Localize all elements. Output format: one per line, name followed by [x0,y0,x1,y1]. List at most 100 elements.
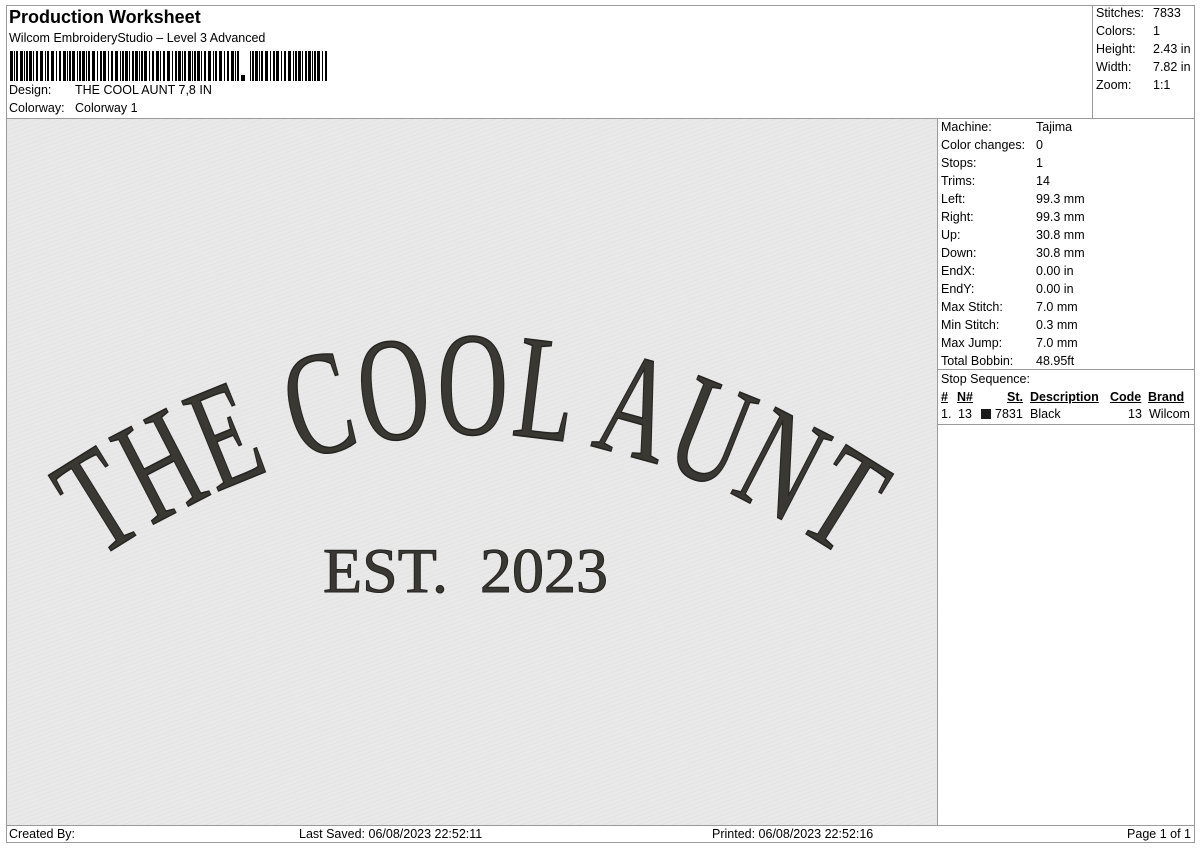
barcode-bar [16,51,18,81]
barcode-bar [255,51,258,81]
barcode-bar [235,51,236,81]
barcode-bar [295,51,297,81]
barcode-bar [36,51,38,81]
barcode-bar [115,51,118,81]
barcode-bar [194,51,196,81]
row-number: 1. [941,407,952,421]
machine-info-row: Max Stitch: 7.0 mm [941,300,1078,314]
machine-info-value: 14 [1036,174,1050,188]
machine-info-label: EndX: [941,264,976,278]
barcode-bar [97,51,98,81]
barcode-bar [86,51,87,81]
barcode-bar [322,51,323,81]
machine-info-value: 99.3 mm [1036,192,1085,206]
barcode-bar [125,51,128,81]
barcode-bar [156,51,159,81]
barcode-bar [204,51,206,81]
barcode-bar [314,51,316,81]
barcode-bar [100,51,102,81]
machine-info-row: EndX: 0.00 in [941,264,1074,278]
barcode-bar [224,51,225,81]
machine-info-row: Down: 30.8 mm [941,246,1085,260]
machine-info-label: EndY: [941,282,975,296]
machine-info-label: Total Bobbin: [941,354,1014,368]
machine-info-panel: Machine: Tajima Color changes: 0 Stops: 1 Trim… [938,119,1195,825]
barcode-bar [135,51,138,81]
machine-info-value: 0.00 in [1036,282,1074,296]
barcode-bar [67,51,68,81]
barcode-bar [129,51,130,81]
barcode-bar [276,51,279,81]
design-stats-panel: Stitches: 7833 Colors: 1 Height: 2.43 in Wi… [1092,5,1196,119]
machine-info-row: Up: 30.8 mm [941,228,1085,242]
machine-info-value: 30.8 mm [1036,228,1085,242]
machine-info-row: Left: 99.3 mm [941,192,1085,206]
row-description: Black [1030,407,1061,421]
barcode-bar [167,51,170,81]
barcode-separator [241,75,245,81]
barcode-bar [208,51,211,81]
barcode-bar [261,51,263,81]
machine-info-label: Stops: [941,156,977,170]
design-row: Design: THE COOL AUNT 7,8 IN [9,83,212,97]
worksheet-title: Production Worksheet [9,7,201,27]
col-description: Description [1030,390,1099,404]
barcode-bar [152,51,154,81]
machine-info-label: Left: [941,192,966,206]
col-needle: N# [957,390,973,404]
barcode-bar [308,51,311,81]
worksheet-footer: Created By: Last Saved: 06/08/2023 22:52… [6,825,1195,843]
machine-info-row: Max Jump: 7.0 mm [941,336,1078,350]
machine-info-label: Max Jump: [941,336,1003,350]
col-brand: Brand [1148,390,1185,404]
barcode-bar [40,51,43,81]
barcode-bar [63,51,66,81]
barcode-bar [139,51,140,81]
machine-info-value: Tajima [1036,120,1073,134]
barcode-bar [24,51,25,81]
barcode-bar [237,51,239,81]
stop-sequence-title: Stop Sequence: [941,372,1030,386]
machine-info-row: EndY: 0.00 in [941,282,1074,296]
barcode-bar [47,51,49,81]
barcode-bar [56,51,57,81]
stat-zoom: Zoom: 1:1 [1096,78,1171,92]
barcode-bar [192,51,193,81]
stat-width: Width: 7.82 in [1096,60,1191,74]
barcode-bar [281,51,282,81]
machine-info-value: 7.0 mm [1036,300,1078,314]
colorway-label: Colorway: [9,101,65,115]
machine-info-row: Color changes: 0 [941,138,1043,152]
barcode-bar [51,51,54,81]
machine-info-value: 0.00 in [1036,264,1074,278]
barcode-bar [325,51,327,81]
barcode-bar [259,51,260,81]
artwork-sub-text: EST. 2023 [323,535,608,606]
barcode-bar [201,51,202,81]
col-number: # [941,390,948,404]
barcode-bar [172,51,173,81]
page-number: Page 1 of 1 [1127,827,1191,841]
barcode-bar [141,51,143,81]
barcode-bar [178,51,181,81]
barcode-bar [77,51,78,81]
barcode-bar [305,51,307,81]
col-code: Code [1110,390,1142,404]
worksheet-header: Production Worksheet Wilcom EmbroiderySt… [6,5,1092,119]
machine-info-value: 99.3 mm [1036,210,1085,224]
barcode-bar [149,51,150,81]
stat-stitches: Stitches: 7833 [1096,6,1181,20]
machine-info-label: Color changes: [941,138,1026,152]
barcode-bar [29,51,32,81]
barcode-bar [317,51,320,81]
barcode-bar [14,51,15,81]
machine-info-row: Stops: 1 [941,156,1043,170]
printed-date: Printed: 06/08/2023 22:52:16 [712,827,874,841]
barcode-bar [227,51,229,81]
barcode-bar [252,51,254,81]
design-name: THE COOL AUNT 7,8 IN [75,83,212,97]
row-code: 13 [1128,407,1142,421]
machine-info-row: Min Stitch: 0.3 mm [941,318,1078,332]
barcode-bar [175,51,177,81]
row-stitches: 7831 [995,407,1023,421]
